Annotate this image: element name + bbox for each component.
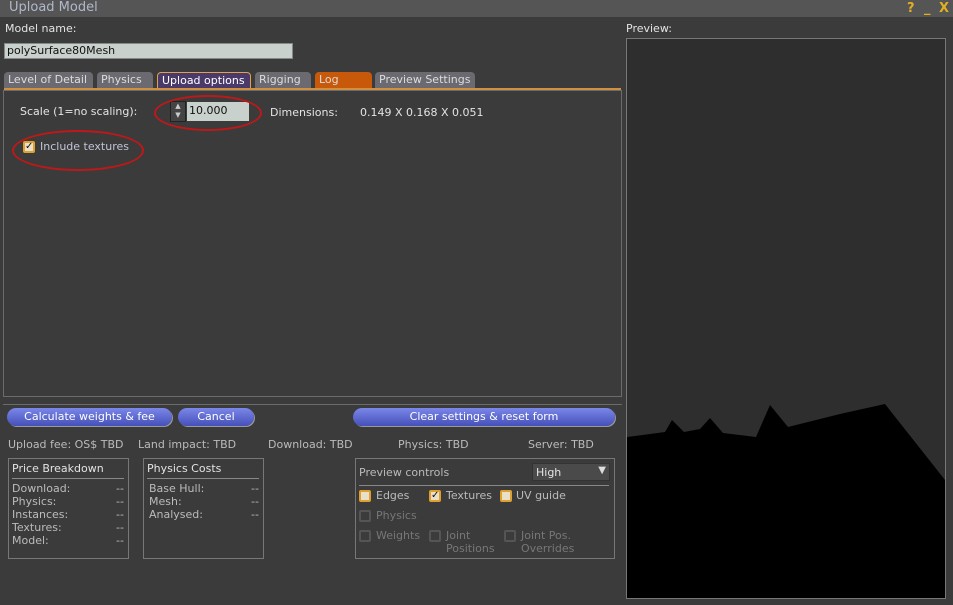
preview-label: Preview:	[626, 22, 672, 35]
cost-row: Physics: --	[12, 495, 124, 508]
close-icon[interactable]: X	[939, 1, 949, 16]
tab-level-of-detail[interactable]: Level of Detail	[4, 72, 93, 89]
cost-value: --	[251, 508, 259, 521]
land-impact: Land impact: TBD	[138, 438, 237, 451]
quality-dropdown[interactable]: High ▼	[532, 463, 610, 481]
physics-costs-box: Physics Costs Base Hull: -- Mesh: -- Analyse…	[143, 458, 264, 559]
cost-label: Model:	[12, 534, 49, 547]
cost-label: Textures:	[12, 521, 62, 534]
uv-guide-label: UV guide	[516, 489, 566, 502]
cost-value: --	[116, 534, 124, 547]
cost-row: Instances: --	[12, 508, 124, 521]
joint-positions-label: Joint Positions	[446, 529, 495, 555]
preview-controls-title: Preview controls	[359, 466, 450, 479]
model-name-input[interactable]: polySurface80Mesh	[4, 43, 293, 59]
divider	[12, 478, 124, 479]
preview-viewport[interactable]	[626, 38, 946, 599]
joint-pos-overrides-checkbox[interactable]	[504, 530, 516, 542]
divider	[3, 404, 622, 405]
joint-pos-overrides-label: Joint Pos. Overrides	[521, 529, 575, 555]
weights-label: Weights	[376, 529, 421, 542]
tab-physics[interactable]: Physics	[97, 72, 153, 89]
physics-checkbox[interactable]	[359, 510, 371, 522]
cost-label: Base Hull:	[149, 482, 205, 495]
tab-upload-options[interactable]: Upload options	[157, 72, 251, 89]
physics-cost: Physics: TBD	[398, 438, 469, 451]
textures-checkbox[interactable]: ✓	[429, 490, 441, 502]
tab-rigging[interactable]: Rigging	[255, 72, 311, 89]
cost-value: --	[251, 482, 259, 495]
divider	[147, 478, 259, 479]
model-preview-render	[627, 404, 945, 598]
scale-label: Scale (1=no scaling):	[20, 105, 138, 118]
clear-settings-button[interactable]: Clear settings & reset form	[353, 408, 615, 426]
server-cost: Server: TBD	[528, 438, 594, 451]
edges-checkbox[interactable]	[359, 490, 371, 502]
textures-label: Textures	[446, 489, 492, 502]
cost-value: --	[116, 495, 124, 508]
cost-row: Download: --	[12, 482, 124, 495]
physics-label: Physics	[376, 509, 417, 522]
cost-row: Base Hull: --	[149, 482, 259, 495]
quality-value: High	[536, 466, 562, 479]
edges-label: Edges	[376, 489, 410, 502]
cost-row: Model: --	[12, 534, 124, 547]
cost-label: Download:	[12, 482, 71, 495]
divider	[359, 485, 609, 486]
minimize-icon[interactable]: _	[924, 1, 931, 16]
download-cost: Download: TBD	[268, 438, 353, 451]
price-breakdown-title: Price Breakdown	[12, 462, 104, 475]
cost-row: Analysed: --	[149, 508, 259, 521]
dimensions-label: Dimensions:	[270, 106, 338, 119]
price-breakdown-box: Price Breakdown Download: -- Physics: -- Ins…	[8, 458, 129, 559]
cancel-button[interactable]: Cancel	[178, 408, 254, 426]
cost-value: --	[116, 482, 124, 495]
cost-value: --	[116, 521, 124, 534]
highlight-ellipse	[154, 95, 262, 131]
weights-checkbox[interactable]	[359, 530, 371, 542]
joint-positions-checkbox[interactable]	[429, 530, 441, 542]
cost-row: Textures: --	[12, 521, 124, 534]
cost-row: Mesh: --	[149, 495, 259, 508]
dimensions-value: 0.149 X 0.168 X 0.051	[360, 106, 484, 119]
cost-label: Analysed:	[149, 508, 203, 521]
title-bar[interactable]	[0, 0, 953, 17]
uv-guide-checkbox[interactable]	[500, 490, 512, 502]
checkmark-icon: ✓	[431, 490, 440, 501]
help-icon[interactable]: ?	[907, 1, 915, 16]
cost-value: --	[116, 508, 124, 521]
tab-preview-settings[interactable]: Preview Settings	[375, 72, 475, 89]
cost-label: Instances:	[12, 508, 69, 521]
calculate-button[interactable]: Calculate weights & fee	[7, 408, 172, 426]
cost-value: --	[251, 495, 259, 508]
physics-costs-title: Physics Costs	[147, 462, 222, 475]
mesh-silhouette	[627, 404, 945, 598]
window-title: Upload Model	[9, 0, 98, 15]
chevron-down-icon: ▼	[598, 465, 606, 476]
cost-label: Mesh:	[149, 495, 182, 508]
cost-label: Physics:	[12, 495, 57, 508]
tab-log[interactable]: Log	[315, 72, 372, 89]
highlight-ellipse	[12, 130, 144, 171]
model-name-label: Model name:	[5, 22, 77, 35]
upload-fee: Upload fee: OS$ TBD	[8, 438, 124, 451]
